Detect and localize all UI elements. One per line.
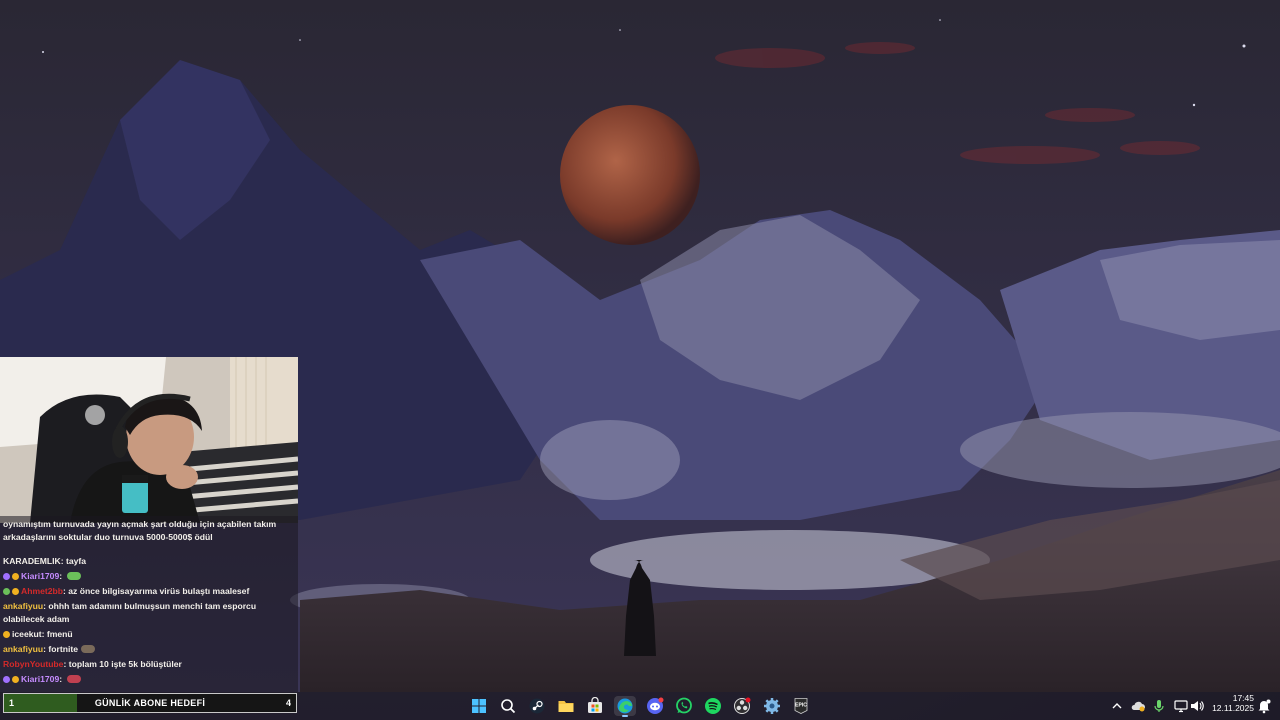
chat-message-text: : tayfa: [60, 556, 87, 566]
chat-username: Kiari1709: [21, 571, 60, 581]
chevron-up-icon: [1109, 701, 1125, 718]
chat-username: Ahmet2bb: [21, 586, 64, 596]
clock-date: 12.11.2025: [1212, 703, 1254, 713]
chat-message: ankafiyuu: fortnite: [3, 643, 295, 656]
chat-username: iceekut: [12, 629, 42, 639]
chat-badge-icon: [3, 631, 10, 638]
chat-badge-icon: [3, 676, 10, 683]
chat-emote-icon: [67, 675, 82, 683]
chat-message: iceekut: fmenü: [3, 628, 295, 641]
volume-button[interactable]: [1189, 698, 1205, 714]
chat-message-text: :: [59, 571, 65, 581]
notification-bell-icon: [1256, 699, 1272, 718]
chat-message: Kiari1709:: [3, 673, 295, 686]
taskbar-epic-games[interactable]: EPIC: [790, 696, 812, 716]
chat-badge-icon: [12, 676, 19, 683]
chat-message-text: oynamıştım turnuvada yayın açmak şart ol…: [3, 519, 277, 542]
chat-username: ankafiyuu: [3, 601, 44, 611]
microphone-status-button[interactable]: [1151, 698, 1167, 714]
microphone-icon: [1151, 700, 1167, 718]
speaker-icon: [1189, 701, 1205, 718]
epic-games-label: EPIC: [795, 703, 807, 709]
chat-username: Kiari1709: [21, 674, 60, 684]
chat-message-text: : fmenü: [41, 629, 73, 639]
chat-username: KARADEMLIK: [3, 556, 61, 566]
tray-app-button[interactable]: [1130, 698, 1146, 714]
streamer-camera-feed: [0, 357, 298, 523]
network-button[interactable]: [1173, 698, 1189, 714]
chat-emote-icon: [67, 572, 82, 580]
taskbar-obs[interactable]: [731, 696, 753, 716]
taskbar-discord[interactable]: [644, 696, 666, 716]
chat-message: Ahmet2bb: az önce bilgisayarıma virüs bu…: [3, 585, 295, 598]
chat-message: KARADEMLIK: tayfa: [3, 555, 295, 568]
taskbar-whatsapp[interactable]: [673, 696, 695, 716]
network-icon: [1173, 700, 1189, 718]
chat-overlay: oynamıştım turnuvada yayın açmak şart ol…: [0, 516, 298, 692]
taskbar-microsoft-store[interactable]: [584, 696, 606, 716]
chat-emote-icon: [80, 645, 95, 653]
chat-username: RobynYoutube: [3, 659, 64, 669]
taskbar-spotify[interactable]: [702, 696, 724, 716]
taskbar-settings-app[interactable]: [761, 696, 783, 716]
goal-title: GÜNLİK ABONE HEDEFİ: [94, 698, 206, 708]
taskbar-search-button[interactable]: [497, 696, 519, 716]
chat-message: ankafiyuu: ohhh tam adamını bulmuşsun me…: [3, 600, 295, 626]
chat-message-text: : toplam 10 işte 5k bölüştüler: [63, 659, 182, 669]
subscriber-goal-bar: GÜNLİK ABONE HEDEFİ 1 4: [3, 693, 297, 713]
show-hidden-icons-button[interactable]: [1109, 698, 1125, 714]
chat-badge-icon: [3, 573, 10, 580]
cloud-icon: [1130, 701, 1146, 718]
webcam-overlay: [0, 357, 298, 523]
chat-message: RobynYoutube: toplam 10 işte 5k bölüştül…: [3, 658, 295, 671]
goal-target-value: 4: [285, 698, 291, 708]
chat-badge-icon: [12, 588, 19, 595]
taskbar-steam[interactable]: [526, 696, 548, 716]
chat-badge-icon: [12, 573, 19, 580]
chat-username: ankafiyuu: [3, 644, 44, 654]
goal-current-value: 1: [9, 698, 15, 708]
taskbar-file-explorer[interactable]: [555, 696, 577, 716]
chat-badge-icon: [3, 588, 10, 595]
clock-time: 17:45: [1232, 693, 1254, 703]
taskbar-edge[interactable]: [614, 696, 636, 717]
system-clock[interactable]: 17:45 12.11.2025: [1206, 693, 1254, 713]
notification-center-button[interactable]: [1256, 698, 1272, 714]
start-button[interactable]: [468, 696, 490, 716]
chat-message-text: : fortnite: [43, 644, 78, 654]
chat-message-text: : az önce bilgisayarıma virüs bulaştı ma…: [63, 586, 250, 596]
chat-message-text: :: [59, 674, 65, 684]
chat-message: oynamıştım turnuvada yayın açmak şart ol…: [3, 518, 295, 544]
chat-message: Kiari1709:: [3, 570, 295, 583]
